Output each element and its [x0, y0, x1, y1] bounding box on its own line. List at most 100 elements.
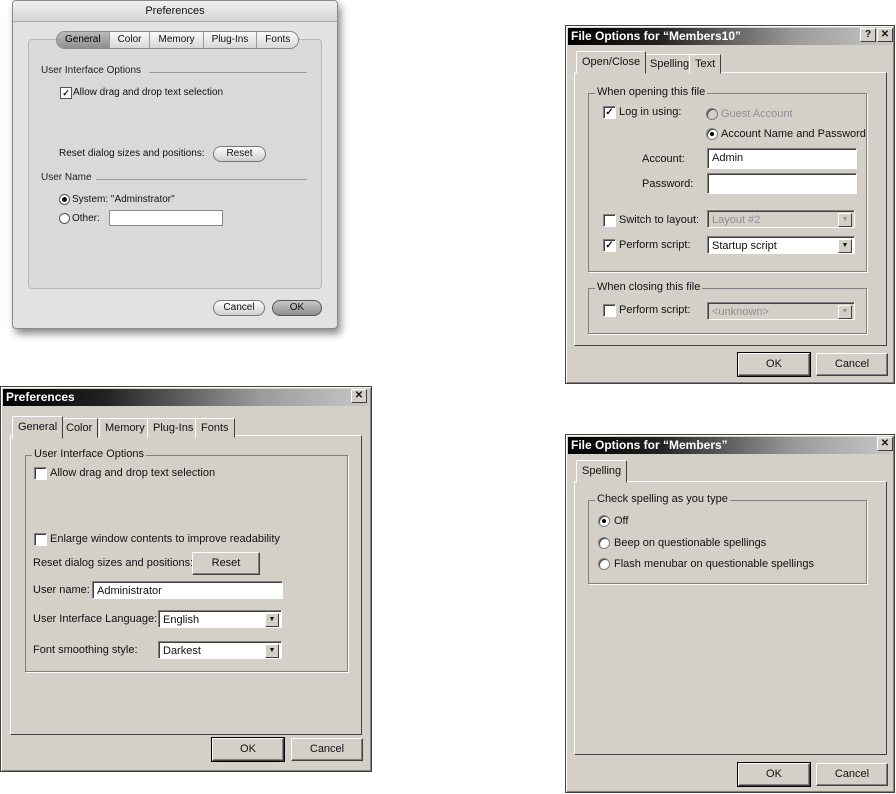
win-prefs-smoothing-value: Darkest	[163, 645, 201, 657]
win-prefs-drag-drop-checkbox[interactable]	[34, 467, 47, 480]
file10-layout-select[interactable]: Layout #2 ▼	[707, 210, 855, 228]
chevron-down-icon[interactable]: ▼	[838, 213, 852, 227]
mac-drag-drop-checkbox[interactable]: ✓	[60, 87, 72, 99]
file10-switch-layout-label: Switch to layout:	[619, 214, 700, 226]
win-prefs-tab-memory[interactable]: Memory	[99, 418, 151, 438]
win-prefs-reset-label: Reset dialog sizes and positions:	[33, 557, 194, 569]
chevron-down-icon[interactable]: ▼	[838, 305, 852, 319]
file10-account-pw-label: Account Name and Password	[721, 128, 866, 140]
file-options-members-dialog: File Options for “Members” ✕ Spelling Ch…	[565, 434, 895, 793]
win-prefs-smoothing-label: Font smoothing style:	[33, 644, 138, 656]
win-prefs-language-select[interactable]: English ▼	[158, 610, 282, 628]
win-prefs-language-value: English	[163, 614, 200, 626]
win-prefs-titlebar: Preferences	[3, 389, 369, 406]
file-off-label: Off	[614, 515, 629, 527]
close-icon[interactable]: ✕	[877, 437, 893, 451]
mac-other-label: Other:	[72, 213, 100, 224]
win-prefs-cancel-button[interactable]: Cancel	[291, 738, 363, 761]
win-prefs-user-name-input[interactable]: Administrator	[92, 581, 283, 599]
win-prefs-smoothing-select[interactable]: Darkest ▼	[158, 641, 282, 659]
win-prefs-tab-general[interactable]: General	[12, 416, 64, 439]
chevron-down-icon[interactable]: ▼	[265, 644, 279, 658]
file-options-members10-dialog: File Options for “Members10” ? ✕ Open/Cl…	[565, 25, 895, 384]
file10-cancel-button[interactable]: Cancel	[816, 353, 888, 376]
mac-other-radio[interactable]	[59, 213, 70, 224]
win-prefs-ok-button[interactable]: OK	[211, 737, 285, 762]
file10-switch-layout-checkbox[interactable]	[603, 214, 616, 227]
file10-account-label: Account:	[642, 153, 685, 165]
help-icon[interactable]: ?	[860, 28, 876, 42]
file10-account-pw-radio[interactable]	[706, 128, 718, 140]
mac-tab-memory[interactable]: Memory	[150, 32, 204, 48]
mac-title: Preferences	[13, 1, 337, 22]
file10-password-label: Password:	[642, 178, 694, 190]
win-prefs-drag-drop-label: Allow drag and drop text selection	[50, 467, 216, 479]
mac-preferences-dialog: Preferences General Color Memory Plug-In…	[12, 0, 338, 329]
mac-reset-label: Reset dialog sizes and positions:	[59, 148, 205, 159]
file10-perform-script-label: Perform script:	[619, 239, 691, 251]
win-prefs-tab-color[interactable]: Color	[60, 418, 99, 438]
win-prefs-title: Preferences	[6, 390, 75, 404]
file10-ok-button[interactable]: OK	[737, 352, 811, 377]
mac-system-radio[interactable]	[59, 194, 70, 205]
mac-user-name-label: User Name	[41, 172, 92, 183]
file-beep-radio[interactable]	[598, 537, 610, 549]
mac-system-label: System: "Adminstrator"	[72, 194, 175, 205]
win-prefs-tab-fonts[interactable]: Fonts	[195, 418, 235, 438]
file10-login-label: Log in using:	[619, 106, 682, 118]
file10-tab-text[interactable]: Text	[689, 54, 722, 74]
chevron-down-icon[interactable]: ▼	[838, 239, 852, 253]
close-icon[interactable]: ✕	[351, 389, 367, 403]
file10-login-checkbox[interactable]: ✓	[603, 106, 616, 119]
mac-divider	[96, 179, 307, 180]
file10-tab-spelling[interactable]: Spelling	[644, 54, 696, 74]
win-prefs-reset-button[interactable]: Reset	[192, 552, 260, 575]
mac-other-input[interactable]	[109, 210, 223, 226]
file-flash-radio[interactable]	[598, 558, 610, 570]
file10-opening-label: When opening this file	[595, 86, 708, 98]
file10-close-script-value: <unknown>	[712, 306, 769, 318]
file10-title: File Options for “Members10”	[571, 29, 742, 43]
win-preferences-dialog: Preferences ✕ General Color Memory Plug-…	[0, 386, 372, 772]
file10-close-script-checkbox[interactable]	[603, 304, 616, 317]
win-prefs-enlarge-label: Enlarge window contents to improve reada…	[50, 533, 280, 545]
file-beep-label: Beep on questionable spellings	[614, 537, 767, 549]
mac-tab-fonts[interactable]: Fonts	[257, 32, 298, 48]
file10-script-select[interactable]: Startup script ▼	[707, 236, 855, 254]
file10-close-script-select[interactable]: <unknown> ▼	[707, 302, 855, 320]
mac-reset-button[interactable]: Reset	[213, 146, 266, 162]
file10-tab-open-close[interactable]: Open/Close	[576, 51, 647, 74]
mac-cancel-button[interactable]: Cancel	[213, 300, 265, 316]
mac-tab-plugins[interactable]: Plug-Ins	[204, 32, 258, 48]
file10-close-script-label: Perform script:	[619, 304, 691, 316]
file-title: File Options for “Members”	[571, 438, 728, 452]
file-ok-button[interactable]: OK	[737, 762, 811, 787]
mac-divider	[149, 72, 307, 73]
file-flash-label: Flash menubar on questionable spellings	[614, 558, 814, 570]
chevron-down-icon[interactable]: ▼	[265, 613, 279, 627]
file10-script-value: Startup script	[712, 240, 777, 252]
file-titlebar: File Options for “Members”	[568, 437, 892, 454]
file10-closing-label: When closing this file	[595, 281, 703, 293]
file-off-radio[interactable]	[598, 515, 610, 527]
win-prefs-enlarge-checkbox[interactable]	[34, 533, 47, 546]
file-cancel-button[interactable]: Cancel	[816, 763, 888, 786]
file-check-label: Check spelling as you type	[595, 493, 730, 505]
mac-tab-panel	[28, 39, 322, 289]
win-prefs-ui-options-label: User Interface Options	[32, 448, 147, 460]
mac-tabs: General Color Memory Plug-Ins Fonts	[56, 31, 300, 49]
close-icon[interactable]: ✕	[877, 28, 893, 42]
mac-tab-color[interactable]: Color	[110, 32, 151, 48]
win-prefs-tab-plugins[interactable]: Plug-Ins	[147, 418, 200, 438]
file10-guest-radio[interactable]	[706, 108, 718, 120]
win-prefs-language-label: User Interface Language:	[33, 613, 158, 625]
mac-tab-general[interactable]: General	[57, 32, 110, 48]
mac-ok-button[interactable]: OK	[272, 300, 322, 316]
file10-account-input[interactable]: Admin	[707, 148, 857, 169]
file-tab-spelling[interactable]: Spelling	[576, 460, 628, 483]
file10-perform-script-checkbox[interactable]: ✓	[603, 239, 616, 252]
file10-guest-label: Guest Account	[721, 108, 793, 120]
file10-password-input[interactable]	[707, 173, 857, 194]
win-prefs-user-name-label: User name:	[33, 584, 90, 596]
file10-titlebar: File Options for “Members10”	[568, 28, 892, 45]
